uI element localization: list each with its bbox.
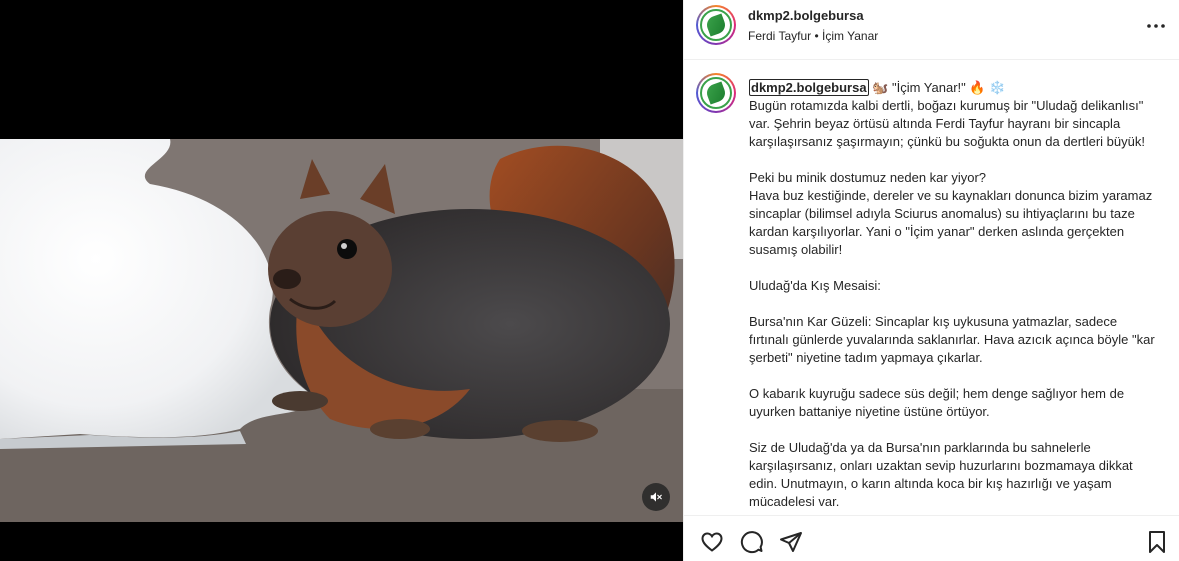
action-bar [684, 515, 1179, 561]
more-horizontal-icon [1147, 24, 1165, 28]
audio-attribution[interactable]: Ferdi Tayfur • İçim Yanar [748, 29, 878, 43]
caption-username[interactable]: dkmp2.bolgebursa [749, 79, 869, 96]
mute-button[interactable] [642, 483, 670, 511]
like-button[interactable] [699, 529, 725, 555]
caption-author-avatar[interactable] [696, 73, 736, 113]
post-side-panel: dkmp2.bolgebursa Ferdi Tayfur • İçim Yan… [683, 0, 1179, 561]
media-viewer[interactable] [0, 0, 683, 561]
post-caption: dkmp2.bolgebursa 🐿️ "İçim Yanar!" 🔥 ❄️ B… [749, 79, 1159, 511]
squirrel-in-snow-video [0, 139, 683, 522]
paper-plane-icon [780, 532, 802, 552]
more-options-button[interactable] [1142, 12, 1170, 40]
bookmark-icon [1149, 531, 1165, 553]
author-username[interactable]: dkmp2.bolgebursa [748, 8, 864, 23]
organization-logo [700, 77, 732, 109]
author-avatar[interactable] [696, 5, 736, 45]
speaker-muted-icon [650, 492, 662, 502]
caption-body: Bugün rotamızda kalbi dertli, boğazı kur… [749, 98, 1155, 509]
video-frame[interactable] [0, 139, 683, 522]
heart-icon [701, 532, 723, 552]
share-button[interactable] [778, 529, 804, 555]
caption-title: 🐿️ "İçim Yanar!" 🔥 ❄️ [868, 80, 1006, 95]
comment-button[interactable] [739, 529, 765, 555]
comment-icon [740, 531, 763, 554]
organization-logo [700, 9, 732, 41]
post-header: dkmp2.bolgebursa Ferdi Tayfur • İçim Yan… [684, 0, 1179, 60]
save-button[interactable] [1144, 529, 1170, 555]
caption-area[interactable]: dkmp2.bolgebursa 🐿️ "İçim Yanar!" 🔥 ❄️ B… [684, 61, 1179, 515]
